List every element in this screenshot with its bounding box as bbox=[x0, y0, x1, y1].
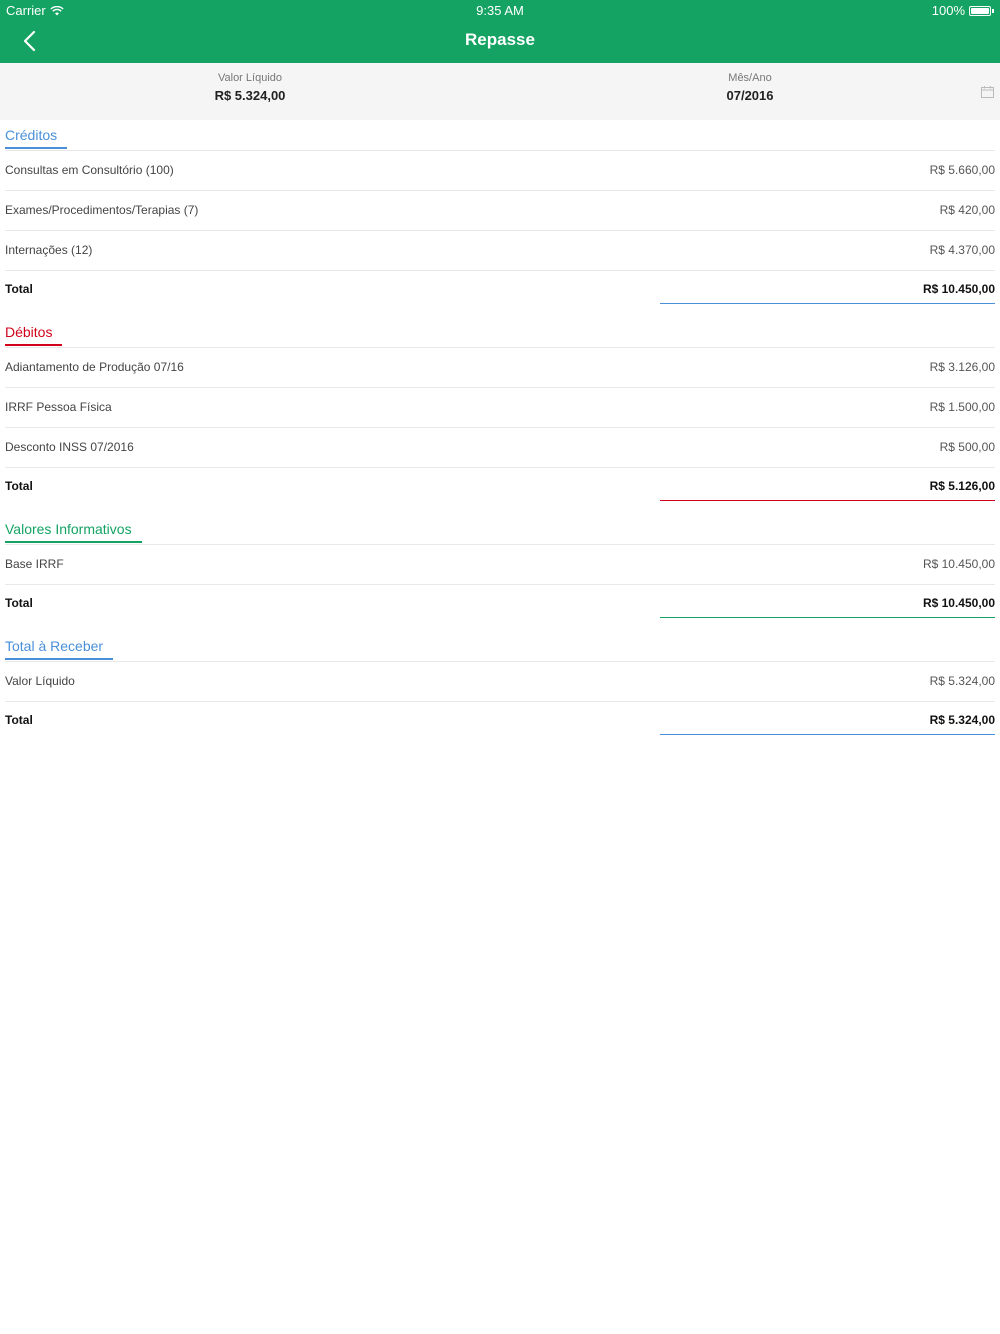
back-button[interactable] bbox=[16, 26, 46, 56]
section-header-creditos: Créditos bbox=[5, 120, 995, 151]
total-value: R$ 5.324,00 bbox=[929, 713, 995, 727]
page-title: Repasse bbox=[465, 30, 535, 49]
list-item[interactable]: Desconto INSS 07/2016 R$ 500,00 bbox=[5, 428, 995, 468]
period-summary[interactable]: Mês/Ano 07/2016 bbox=[500, 63, 1000, 120]
total-row-debitos: Total R$ 5.126,00 bbox=[5, 468, 995, 514]
row-label: Consultas em Consultório (100) bbox=[5, 163, 174, 177]
header-bar: Carrier 9:35 AM 100% Repasse bbox=[0, 0, 1000, 63]
total-label: Total bbox=[5, 479, 33, 493]
section-informativos: Valores Informativos Base IRRF R$ 10.450… bbox=[0, 514, 1000, 631]
total-label: Total bbox=[5, 713, 33, 727]
list-item[interactable]: Adiantamento de Produção 07/16 R$ 3.126,… bbox=[5, 348, 995, 388]
row-value: R$ 5.660,00 bbox=[929, 163, 995, 177]
wifi-icon bbox=[50, 5, 64, 15]
total-underline bbox=[660, 303, 995, 304]
row-label: Adiantamento de Produção 07/16 bbox=[5, 360, 184, 374]
total-underline bbox=[660, 617, 995, 618]
total-row-creditos: Total R$ 10.450,00 bbox=[5, 271, 995, 317]
row-value: R$ 1.500,00 bbox=[929, 400, 995, 414]
list-item[interactable]: Exames/Procedimentos/Terapias (7) R$ 420… bbox=[5, 191, 995, 231]
section-debitos: Débitos Adiantamento de Produção 07/16 R… bbox=[0, 317, 1000, 514]
section-creditos: Créditos Consultas em Consultório (100) … bbox=[0, 120, 1000, 317]
section-title-informativos: Valores Informativos bbox=[5, 521, 142, 543]
status-time: 9:35 AM bbox=[476, 3, 524, 18]
total-row-informativos: Total R$ 10.450,00 bbox=[5, 585, 995, 631]
total-value: R$ 5.126,00 bbox=[929, 479, 995, 493]
battery-percent: 100% bbox=[931, 3, 965, 18]
row-value: R$ 3.126,00 bbox=[929, 360, 995, 374]
period-value: 07/2016 bbox=[726, 88, 774, 103]
total-value: R$ 10.450,00 bbox=[922, 282, 995, 296]
status-left: Carrier bbox=[6, 3, 64, 18]
total-row-receber: Total R$ 5.324,00 bbox=[5, 702, 995, 748]
row-value: R$ 10.450,00 bbox=[922, 557, 995, 571]
section-header-informativos: Valores Informativos bbox=[5, 514, 995, 545]
row-label: Exames/Procedimentos/Terapias (7) bbox=[5, 203, 199, 217]
total-underline bbox=[660, 734, 995, 735]
row-value: R$ 500,00 bbox=[939, 440, 995, 454]
net-value-summary: Valor Líquido R$ 5.324,00 bbox=[0, 63, 500, 120]
total-label: Total bbox=[5, 282, 33, 296]
row-value: R$ 5.324,00 bbox=[929, 674, 995, 688]
net-value-label: Valor Líquido bbox=[217, 72, 282, 84]
row-label: IRRF Pessoa Física bbox=[5, 400, 112, 414]
summary-bar: Valor Líquido R$ 5.324,00 Mês/Ano 07/201… bbox=[0, 63, 1000, 120]
section-header-debitos: Débitos bbox=[5, 317, 995, 348]
list-item[interactable]: Valor Líquido R$ 5.324,00 bbox=[5, 662, 995, 702]
row-value: R$ 420,00 bbox=[939, 203, 995, 217]
list-item[interactable]: Consultas em Consultório (100) R$ 5.660,… bbox=[5, 151, 995, 191]
section-header-receber: Total à Receber bbox=[5, 631, 995, 662]
battery-tip bbox=[992, 8, 994, 13]
list-item[interactable]: IRRF Pessoa Física R$ 1.500,00 bbox=[5, 388, 995, 428]
row-label: Valor Líquido bbox=[5, 674, 75, 688]
carrier-label: Carrier bbox=[6, 3, 46, 18]
status-right: 100% bbox=[932, 3, 994, 18]
list-item[interactable]: Internações (12) R$ 4.370,00 bbox=[5, 231, 995, 271]
content: Créditos Consultas em Consultório (100) … bbox=[0, 120, 1000, 748]
section-title-creditos: Créditos bbox=[5, 127, 68, 149]
status-bar: Carrier 9:35 AM 100% bbox=[0, 0, 1000, 22]
chevron-left-icon bbox=[23, 30, 36, 52]
total-underline bbox=[660, 500, 995, 501]
list-item[interactable]: Base IRRF R$ 10.450,00 bbox=[5, 545, 995, 585]
calendar-icon[interactable] bbox=[981, 86, 994, 98]
row-label: Internações (12) bbox=[5, 243, 93, 257]
net-value-amount: R$ 5.324,00 bbox=[214, 88, 286, 103]
period-label: Mês/Ano bbox=[728, 72, 772, 84]
row-value: R$ 4.370,00 bbox=[929, 243, 995, 257]
section-title-receber: Total à Receber bbox=[5, 638, 114, 660]
row-label: Base IRRF bbox=[5, 557, 64, 571]
row-label: Desconto INSS 07/2016 bbox=[5, 440, 134, 454]
section-title-debitos: Débitos bbox=[5, 324, 63, 346]
battery-icon bbox=[969, 5, 991, 16]
section-receber: Total à Receber Valor Líquido R$ 5.324,0… bbox=[0, 631, 1000, 748]
total-label: Total bbox=[5, 596, 33, 610]
total-value: R$ 10.450,00 bbox=[922, 596, 995, 610]
